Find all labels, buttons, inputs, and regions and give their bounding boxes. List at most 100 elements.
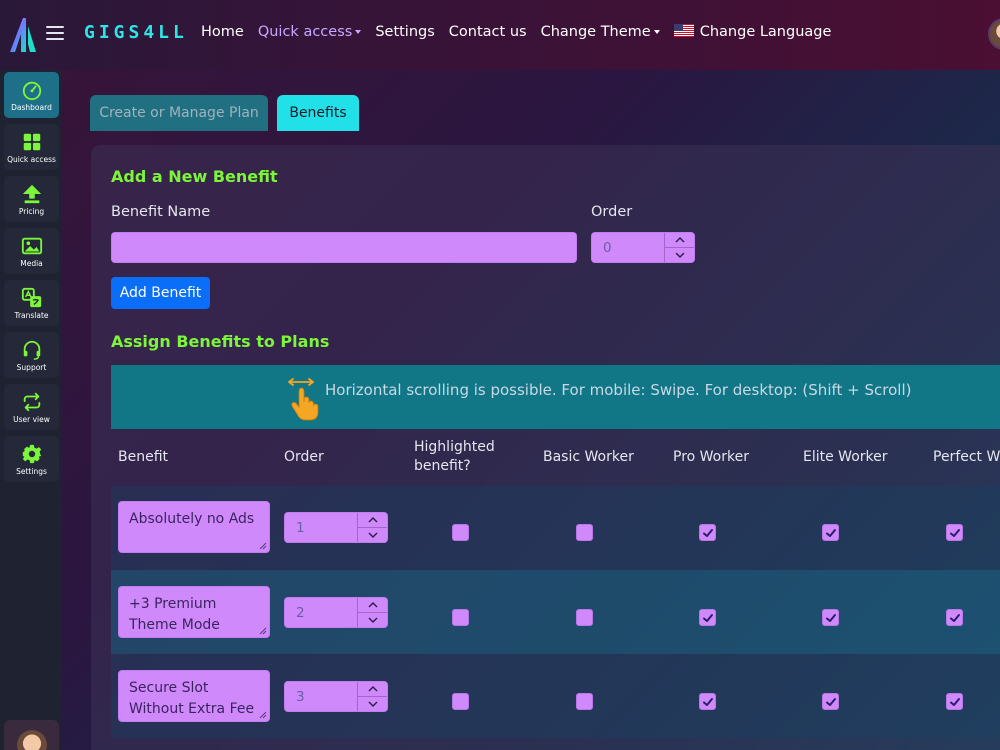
checkmark-icon [703,698,713,706]
basic-worker-checkbox[interactable] [576,693,593,710]
pro-worker-checkbox[interactable] [699,693,716,710]
us-flag-icon [673,24,694,37]
checkmark-icon [950,698,960,706]
nav-change-theme[interactable]: Change Theme [541,24,660,40]
elite-worker-checkbox[interactable] [822,693,839,710]
increment-button[interactable] [358,513,387,528]
elite-worker-checkbox[interactable] [822,609,839,626]
sidebar-item-label: Settings [16,466,47,476]
sidebar-item-media[interactable]: Media [4,228,59,274]
pro-worker-checkbox[interactable] [699,524,716,541]
sidebar-item-pricing[interactable]: Pricing [4,176,59,222]
column-header-benefit: Benefit [118,449,169,465]
main-nav: Home Quick access Settings Contact us Ch… [201,24,845,40]
column-header-basic-worker: Basic Worker [543,449,634,465]
row-order-input[interactable]: 1 [284,512,388,543]
order-spinner[interactable] [664,233,694,262]
headset-icon [23,340,40,360]
menu-toggle-icon[interactable] [46,26,64,40]
chevron-down-icon [368,617,377,623]
checkmark-icon [826,614,836,622]
tab-benefits[interactable]: Benefits [277,95,359,131]
add-benefit-button[interactable]: Add Benefit [111,277,210,309]
decrement-button[interactable] [358,613,387,627]
grid-icon [23,133,40,150]
sidebar-item-label: Media [20,258,43,268]
sidebar-item-user-view[interactable]: User view [4,384,59,430]
order-input[interactable]: 0 [591,232,695,263]
benefit-name-textarea[interactable]: Absolutely no Ads [118,501,270,553]
row-order-spinner[interactable] [357,598,387,627]
gear-icon [22,444,41,463]
sidebar-item-settings[interactable]: Settings [4,436,59,482]
row-order-spinner[interactable] [357,682,387,711]
benefit-name-input[interactable] [111,232,577,263]
decrement-button[interactable] [358,697,387,711]
column-header-order: Order [284,449,324,465]
decrement-button[interactable] [665,248,694,262]
resize-grip-icon[interactable] [259,542,267,550]
sidebar-user-avatar[interactable] [4,720,59,750]
increment-button[interactable] [358,682,387,697]
resize-grip-icon[interactable] [259,627,267,635]
sidebar-item-label: Pricing [18,206,45,216]
swipe-hand-icon [288,378,319,421]
scroll-hint-text: Horizontal scrolling is possible. For mo… [325,381,912,399]
row-order-value: 1 [296,520,305,536]
logo-icon[interactable] [8,16,38,54]
checkmark-icon [950,614,960,622]
row-order-input[interactable]: 2 [284,597,388,628]
perfect-worker-checkbox[interactable] [946,609,963,626]
highlighted-checkbox[interactable] [452,693,469,710]
sidebar-item-label: Translate [14,310,49,320]
user-avatar[interactable] [988,18,1000,50]
sidebar-item-quick-access[interactable]: Quick access [4,124,59,170]
checkmark-icon [826,698,836,706]
upload-arrow-icon [22,184,41,203]
basic-worker-checkbox[interactable] [576,609,593,626]
sidebar-item-label: Quick access [7,154,56,164]
sidebar-item-translate[interactable]: Translate [4,280,59,326]
sidebar-item-dashboard[interactable]: Dashboard [4,72,59,118]
row-order-value: 3 [296,689,305,705]
checkmark-icon [950,529,960,537]
basic-worker-checkbox[interactable] [576,524,593,541]
increment-button[interactable] [665,233,694,248]
highlighted-checkbox[interactable] [452,609,469,626]
perfect-worker-checkbox[interactable] [946,524,963,541]
avatar-face [17,730,47,750]
chevron-up-icon [368,517,377,523]
decrement-button[interactable] [358,528,387,542]
nav-contact[interactable]: Contact us [449,24,527,40]
elite-worker-checkbox[interactable] [822,524,839,541]
highlighted-checkbox[interactable] [452,524,469,541]
benefit-name-textarea[interactable]: Secure Slot Without Extra Fee [118,670,270,722]
nav-quick-access[interactable]: Quick access [257,24,362,40]
perfect-worker-checkbox[interactable] [946,693,963,710]
checkmark-icon [703,614,713,622]
resize-grip-icon[interactable] [259,711,267,719]
nav-home[interactable]: Home [201,24,244,40]
benefit-name-text: +3 Premium Theme Mode [129,596,220,633]
increment-button[interactable] [358,598,387,613]
nav-change-language[interactable]: Change Language [673,24,831,40]
pro-worker-checkbox[interactable] [699,609,716,626]
nav-quick-access-label: Quick access [257,24,353,40]
sidebar: Dashboard Quick access Pricing Media Tra… [0,70,62,750]
row-order-input[interactable]: 3 [284,681,388,712]
tab-create-manage-plan[interactable]: Create or Manage Plan [90,95,268,131]
checkmark-icon [703,529,713,537]
benefit-name-textarea[interactable]: +3 Premium Theme Mode [118,586,270,638]
nav-settings[interactable]: Settings [375,24,434,40]
sidebar-item-support[interactable]: Support [4,332,59,378]
top-navbar: GIGS4LL Home Quick access Settings Conta… [0,0,1000,70]
column-header-highlighted: Highlighted benefit? [414,438,495,476]
checkmark-icon [826,529,836,537]
caret-down-icon [355,30,362,34]
nav-change-theme-label: Change Theme [540,24,651,40]
image-icon [21,237,42,254]
benefit-name-label: Benefit Name [111,204,211,220]
brand-name[interactable]: GIGS4LL [84,22,188,43]
chevron-down-icon [368,532,377,538]
row-order-spinner[interactable] [357,513,387,542]
